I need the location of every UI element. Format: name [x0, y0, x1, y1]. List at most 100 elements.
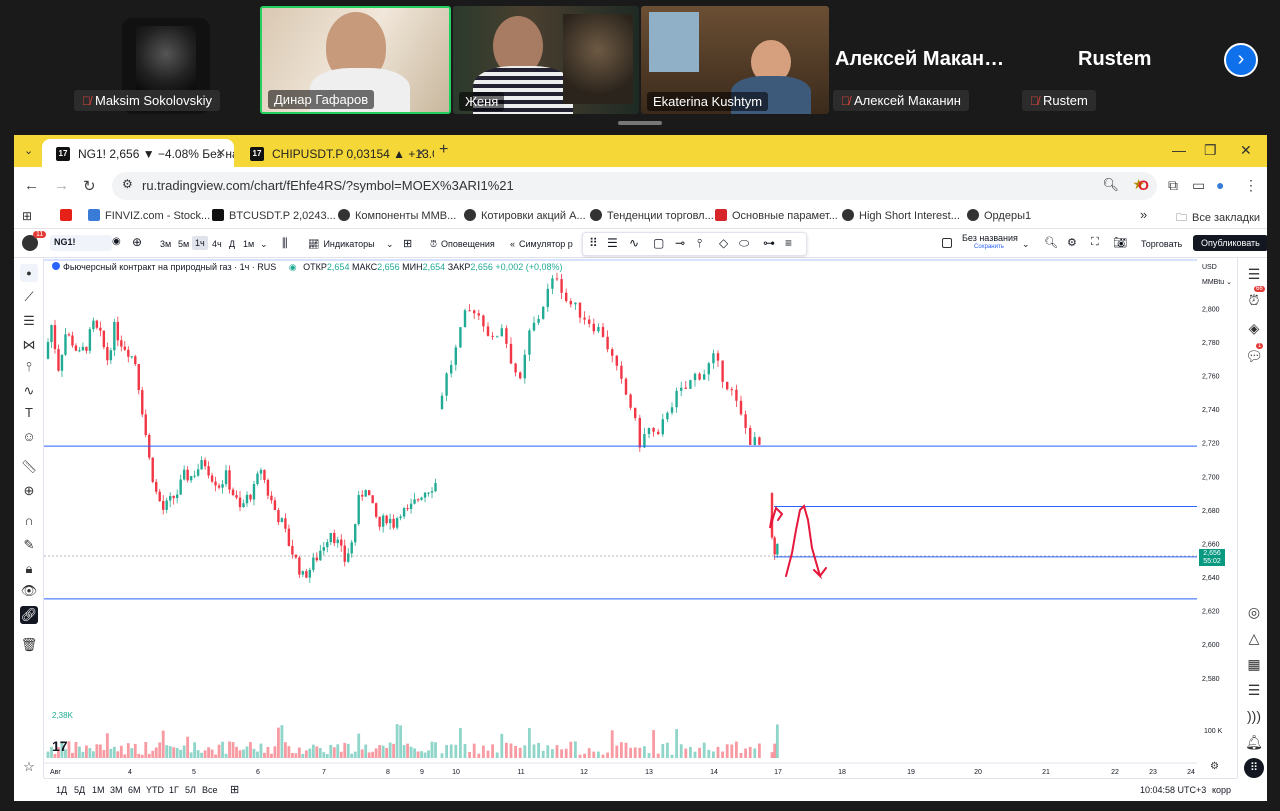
trend-line-icon[interactable]: ⟋ — [20, 288, 38, 306]
interval-1h[interactable]: 1ч — [192, 236, 208, 250]
indicators-dropdown-icon[interactable]: ⌄ — [386, 239, 394, 250]
bookmark-btcusdt[interactable]: BTCUSDT.P 2,0243... — [212, 209, 336, 222]
drag-handle-icon[interactable]: ⠿ — [589, 236, 598, 250]
goto-date-icon[interactable]: ⊞ — [230, 783, 239, 796]
trash-icon[interactable]: 🗑︎ — [20, 636, 38, 654]
publish-button[interactable]: Опубликовать — [1193, 235, 1267, 251]
hotlist-icon[interactable]: ◎ — [1244, 602, 1264, 622]
camera-icon[interactable]: 📷︎ — [1113, 236, 1127, 249]
range-1d[interactable]: 1Д — [56, 785, 67, 795]
news-icon[interactable]: ☰ — [1244, 680, 1264, 700]
back-icon[interactable]: ← — [24, 177, 39, 194]
clock[interactable]: 10:04:58 UTC+3 — [1140, 785, 1206, 795]
settings-icon[interactable]: ⚙ — [1067, 236, 1077, 249]
range-1y[interactable]: 1Г — [169, 785, 179, 795]
tab-search-icon[interactable]: ⌄ — [24, 144, 33, 157]
ray-tool-icon[interactable]: ⊸ — [675, 236, 685, 250]
ellipse-tool-icon[interactable]: ⬭ — [739, 236, 749, 251]
close-tab-icon[interactable]: ✕ — [416, 146, 426, 160]
time-axis-settings-icon[interactable]: ⚙ — [1210, 761, 1219, 772]
fib-icon[interactable]: ☰ — [20, 312, 38, 330]
new-tab-button[interactable]: + — [439, 141, 448, 159]
path-icon[interactable]: ∿ — [20, 382, 38, 400]
interval-4h[interactable]: 4ч — [212, 239, 222, 249]
diamond-tool-icon[interactable]: ◇ — [719, 236, 728, 250]
link-icon[interactable]: 🔗︎ — [20, 606, 38, 624]
bookmark-mmb[interactable]: Компоненты MMB... — [338, 209, 456, 222]
bookmark-orders[interactable]: Ордеры1 — [967, 209, 1031, 222]
participant-tile-zhenya[interactable]: Женя — [453, 6, 639, 114]
symbol-search[interactable]: NG1! — [50, 235, 112, 251]
range-1m[interactable]: 1М — [92, 785, 105, 795]
extensions-icon[interactable]: ⧉ — [1168, 177, 1178, 194]
bookmark-short-interest[interactable]: High Short Interest... — [842, 209, 960, 222]
range-all[interactable]: Все — [202, 785, 218, 795]
lock-icon[interactable]: 🔒︎ — [20, 560, 38, 578]
profile-icon[interactable]: ● — [1216, 177, 1224, 193]
range-5d[interactable]: 5Д — [74, 785, 85, 795]
bookmark-quotes[interactable]: Котировки акций А... — [464, 209, 586, 222]
eye-icon[interactable]: 👁︎ — [20, 582, 38, 600]
close-tab-icon[interactable]: ✕ — [216, 146, 226, 160]
site-settings-icon[interactable]: ⚙ — [122, 177, 133, 191]
bookmark-params[interactable]: Основные парамет... — [715, 209, 838, 222]
settings-lines-icon[interactable]: ≡ — [785, 236, 792, 250]
hline-tool-icon[interactable]: ⊶ — [763, 236, 775, 250]
fullscreen-icon[interactable]: ⛶ — [1091, 236, 1099, 249]
pattern-icon[interactable]: ⋈ — [20, 336, 38, 354]
restore-icon[interactable]: ❐ — [1204, 142, 1217, 159]
reload-icon[interactable]: ↻ — [83, 177, 96, 195]
range-3m[interactable]: 3М — [110, 785, 123, 795]
data-window-icon[interactable]: ◈ — [1244, 318, 1264, 338]
streams-icon[interactable]: ))) — [1244, 706, 1264, 726]
chat-icon[interactable]: 💬︎ — [1244, 346, 1264, 366]
range-5y[interactable]: 5Л — [185, 785, 196, 795]
minimize-icon[interactable]: — — [1172, 142, 1186, 158]
ruler-icon[interactable]: 📏︎ — [20, 458, 38, 476]
emoji-icon[interactable]: ☺ — [20, 428, 38, 446]
sidebar-icon[interactable]: ▭ — [1192, 177, 1205, 194]
price-axis[interactable]: 2,800 2,780 2,760 2,740 2,720 2,700 2,680 2,660… — [1197, 258, 1237, 763]
lock-drawing-icon[interactable]: ✎ — [20, 536, 38, 554]
text-icon[interactable]: T — [20, 404, 38, 422]
layout-name[interactable]: Без названия — [962, 233, 1018, 243]
interval-dropdown-icon[interactable]: ⌄ — [260, 239, 268, 250]
participant-tile-ekaterina[interactable]: Ekaterina Kushtym — [641, 6, 829, 114]
participant-tile-dinar[interactable]: Динар Гафаров — [260, 6, 451, 114]
compare-icon[interactable]: ⊕ — [132, 235, 142, 249]
close-window-icon[interactable]: ✕ — [1240, 142, 1252, 159]
tab-chipusdt[interactable]: 17 CHIPUSDT.P 0,03154 ▲ +13.05% ✕ — [236, 139, 434, 167]
forward-icon[interactable]: → — [54, 177, 69, 194]
layout-checkbox[interactable] — [942, 238, 952, 248]
bookmark-finviz[interactable]: FINVIZ.com - Stock... — [88, 209, 210, 222]
price-chart[interactable]: 2,7182,6822,6522,627 2,8002,7802,7602,74… — [44, 258, 1237, 778]
alerts-button[interactable]: ⏰︎ Оповещения — [430, 239, 495, 250]
more-bookmarks-icon[interactable]: » — [1140, 207, 1147, 222]
menu-icon[interactable]: ⋮ — [1244, 177, 1258, 194]
interval-d[interactable]: Д — [229, 239, 235, 249]
legend-title[interactable]: Фьючерсный контракт на природный газ · 1… — [63, 262, 276, 272]
cursor-icon[interactable]: ● — [20, 264, 38, 282]
rectangle-tool-icon[interactable]: ▢ — [653, 236, 664, 250]
interval-5m[interactable]: 5м — [178, 239, 189, 249]
lines-tool-icon[interactable]: ☰ — [607, 236, 618, 250]
url-bar[interactable]: ⚙ ru.tradingview.com/chart/fEhfe4RS/?sym… — [112, 172, 1157, 200]
watch-eye-icon[interactable]: ◉ — [112, 236, 121, 247]
path-tool-icon[interactable]: ∿ — [629, 236, 639, 250]
apps-icon[interactable]: ⊞ — [22, 209, 32, 223]
opera-icon[interactable]: O — [1138, 177, 1149, 193]
currency-label[interactable]: USD — [1202, 264, 1217, 271]
interval-1mo[interactable]: 1м — [243, 239, 254, 249]
indicators-button[interactable]: 📈︎ Индикаторы — [308, 239, 375, 250]
all-bookmarks[interactable]: 🗀 Все закладки — [1176, 209, 1260, 228]
adjust-toggle[interactable]: корр — [1212, 785, 1231, 795]
layout-dropdown-icon[interactable]: ⌄ — [1022, 239, 1030, 250]
bookmark-trends[interactable]: Тенденции торговл... — [590, 209, 714, 222]
forecast-icon[interactable]: ⫯ — [20, 358, 38, 376]
unit-label[interactable]: MMBtu ⌄ — [1202, 278, 1232, 286]
youtube-icon[interactable] — [60, 209, 77, 222]
alerts-icon[interactable]: ⏰︎ — [1244, 290, 1264, 310]
tab-ng1[interactable]: 17 NG1! 2,656 ▼ −4.08% Без назв ✕ — [42, 139, 234, 167]
ideas-icon[interactable]: △ — [1244, 628, 1264, 648]
zoom-icon[interactable]: 🔍︎ — [1102, 177, 1119, 193]
